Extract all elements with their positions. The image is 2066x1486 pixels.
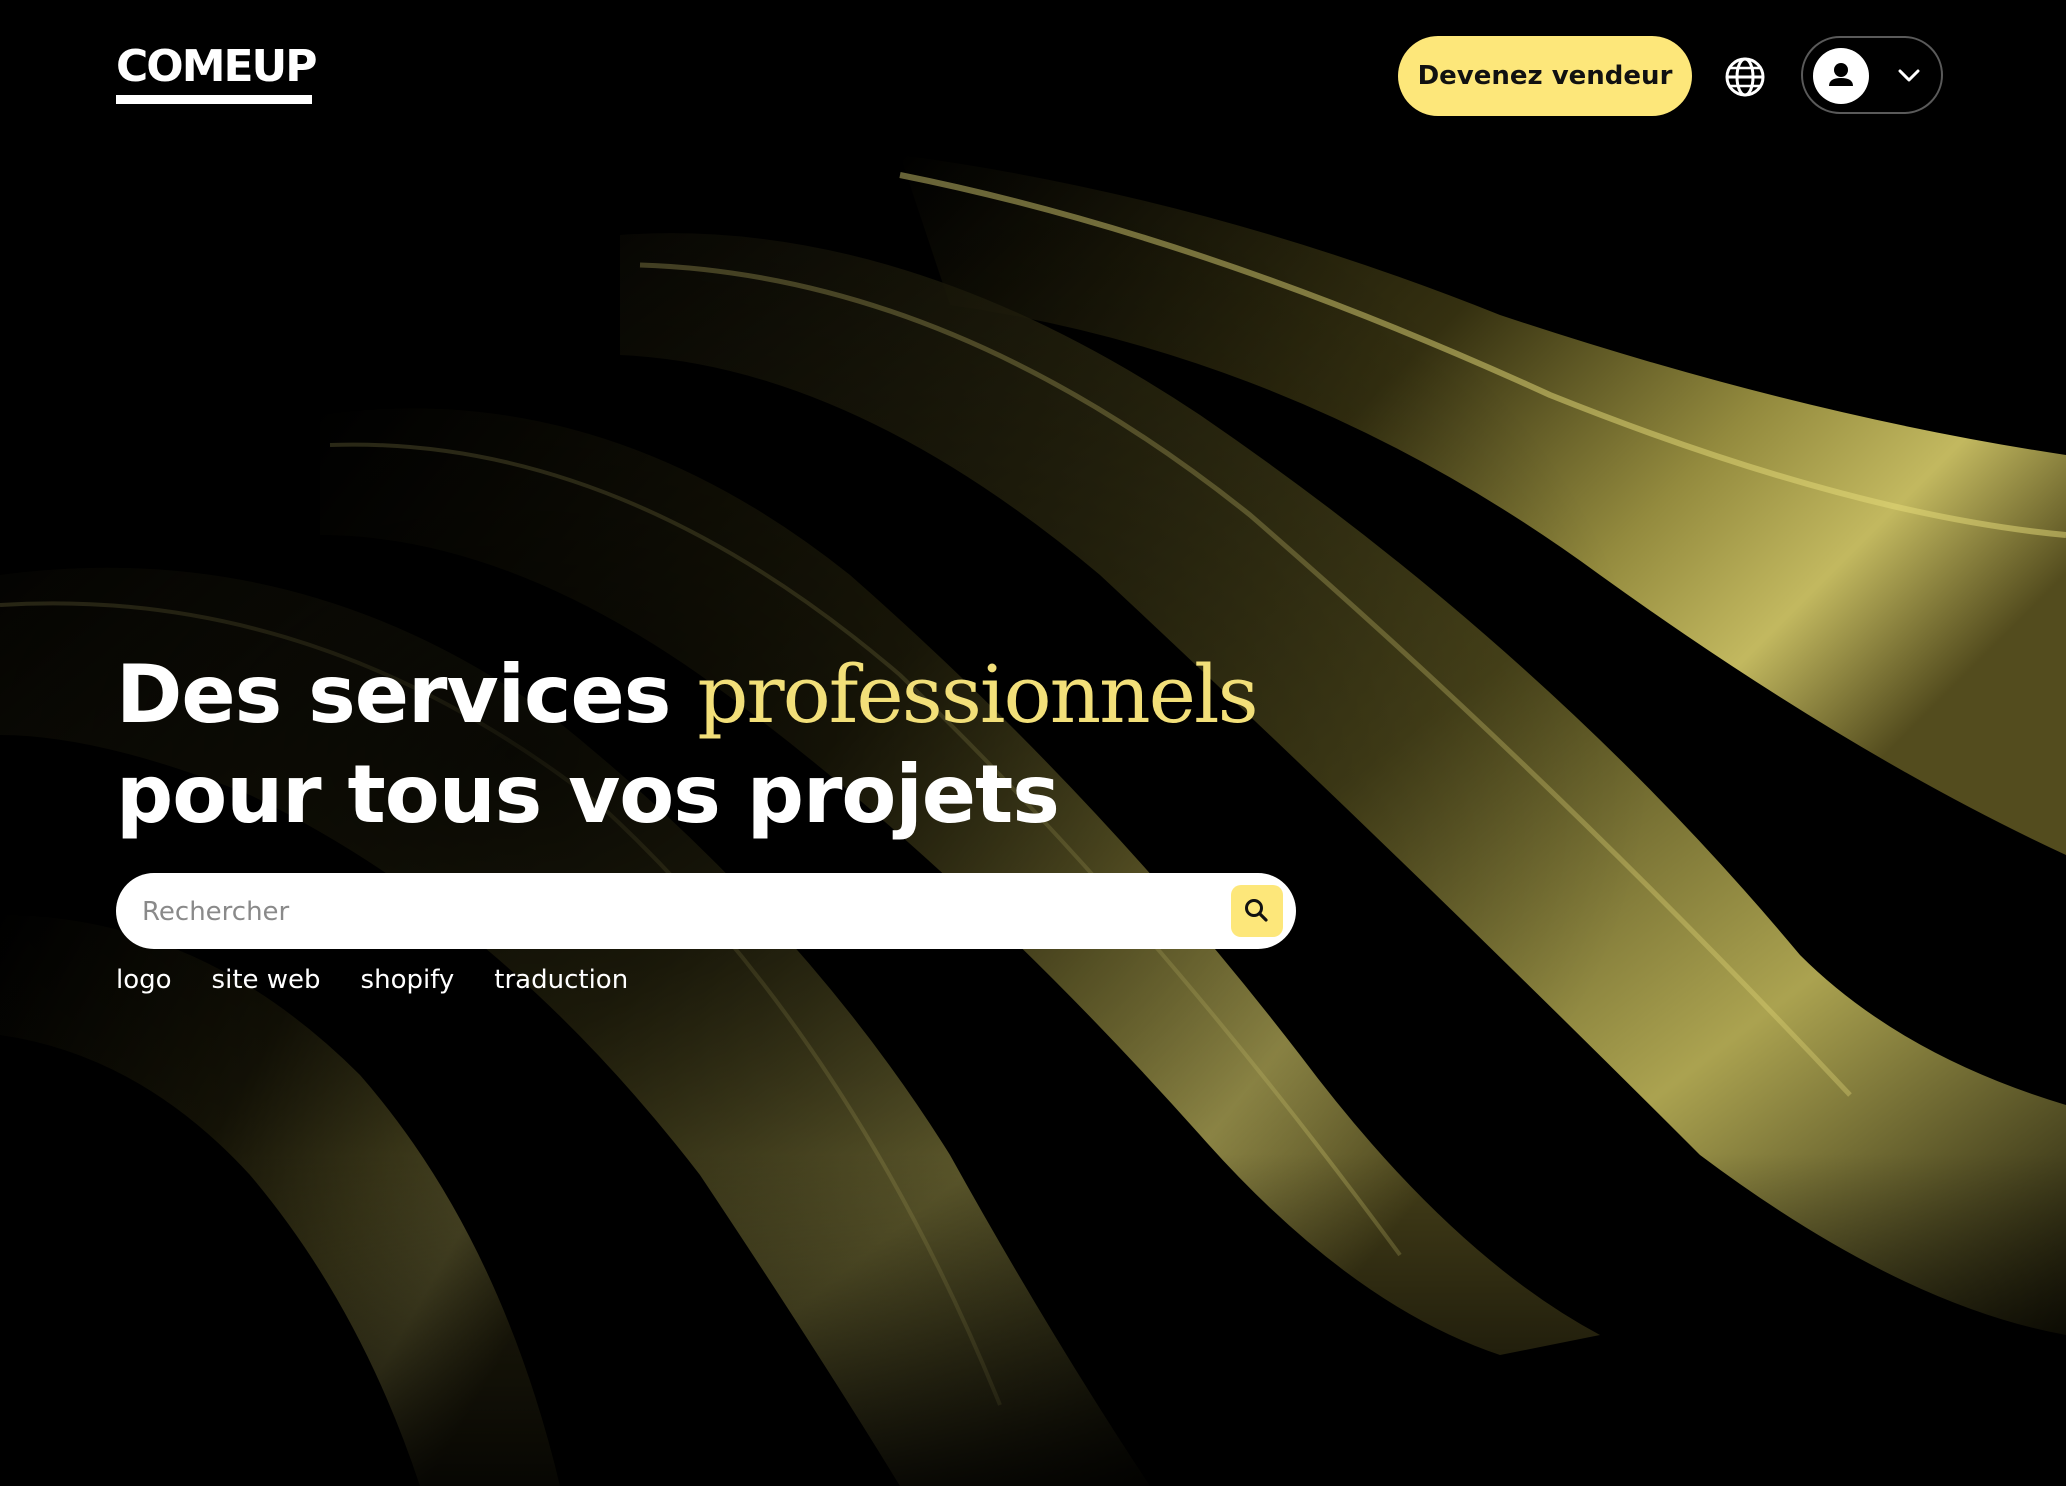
- tag-shopify[interactable]: shopify: [361, 965, 455, 995]
- search-bar: [116, 873, 1296, 949]
- headline-accent: professionnels: [697, 648, 1258, 741]
- popular-tags: logo site web shopify traduction: [116, 965, 628, 995]
- search-icon: [1245, 899, 1268, 922]
- logo-text: COMEUP: [116, 41, 318, 92]
- user-icon: [1813, 48, 1869, 104]
- search-button[interactable]: [1231, 885, 1283, 937]
- globe-icon[interactable]: [1722, 54, 1768, 100]
- chevron-down-icon: [1895, 62, 1923, 90]
- hero-section: Des services professionnels pour tous vos…: [0, 155, 2066, 1486]
- logo-underline: [116, 95, 312, 104]
- top-navbar: COMEUP Devenez vendeur: [0, 0, 2066, 155]
- headline-part-2: pour tous vos projets: [116, 748, 1060, 841]
- headline-part-1: Des services: [116, 648, 698, 741]
- tag-traduction[interactable]: traduction: [494, 965, 628, 995]
- tag-site-web[interactable]: site web: [212, 965, 321, 995]
- page: COMEUP Devenez vendeur Des services prof…: [0, 0, 2066, 1486]
- account-menu-button[interactable]: [1801, 36, 1943, 114]
- comeup-logo[interactable]: COMEUP: [116, 41, 318, 104]
- tag-logo[interactable]: logo: [116, 965, 172, 995]
- search-input[interactable]: [140, 887, 1224, 937]
- hero-headline: Des services professionnels pour tous vos…: [116, 645, 1259, 845]
- become-seller-button[interactable]: Devenez vendeur: [1398, 36, 1692, 116]
